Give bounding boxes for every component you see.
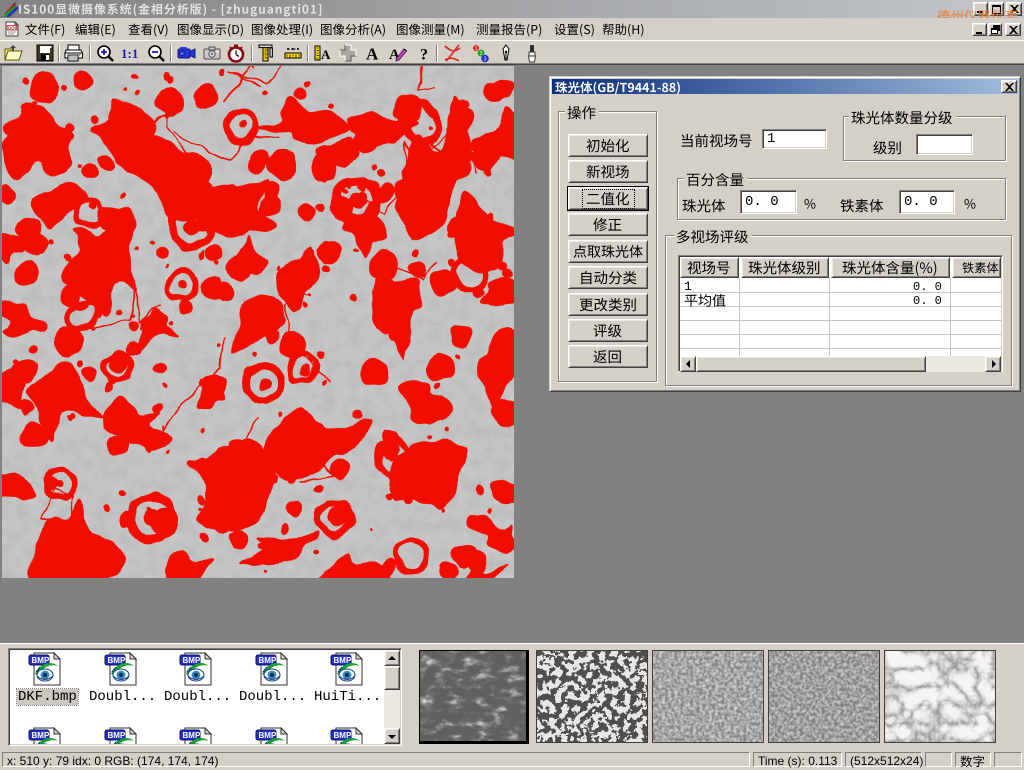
svg-text:3: 3: [484, 57, 487, 63]
svg-text:A: A: [366, 45, 379, 64]
svg-text:1: 1: [475, 46, 478, 52]
svg-text:A: A: [321, 47, 331, 62]
svg-text:?: ?: [420, 47, 428, 64]
svg-text:DOC: DOC: [8, 25, 19, 30]
svg-text:1:1: 1:1: [121, 46, 138, 61]
